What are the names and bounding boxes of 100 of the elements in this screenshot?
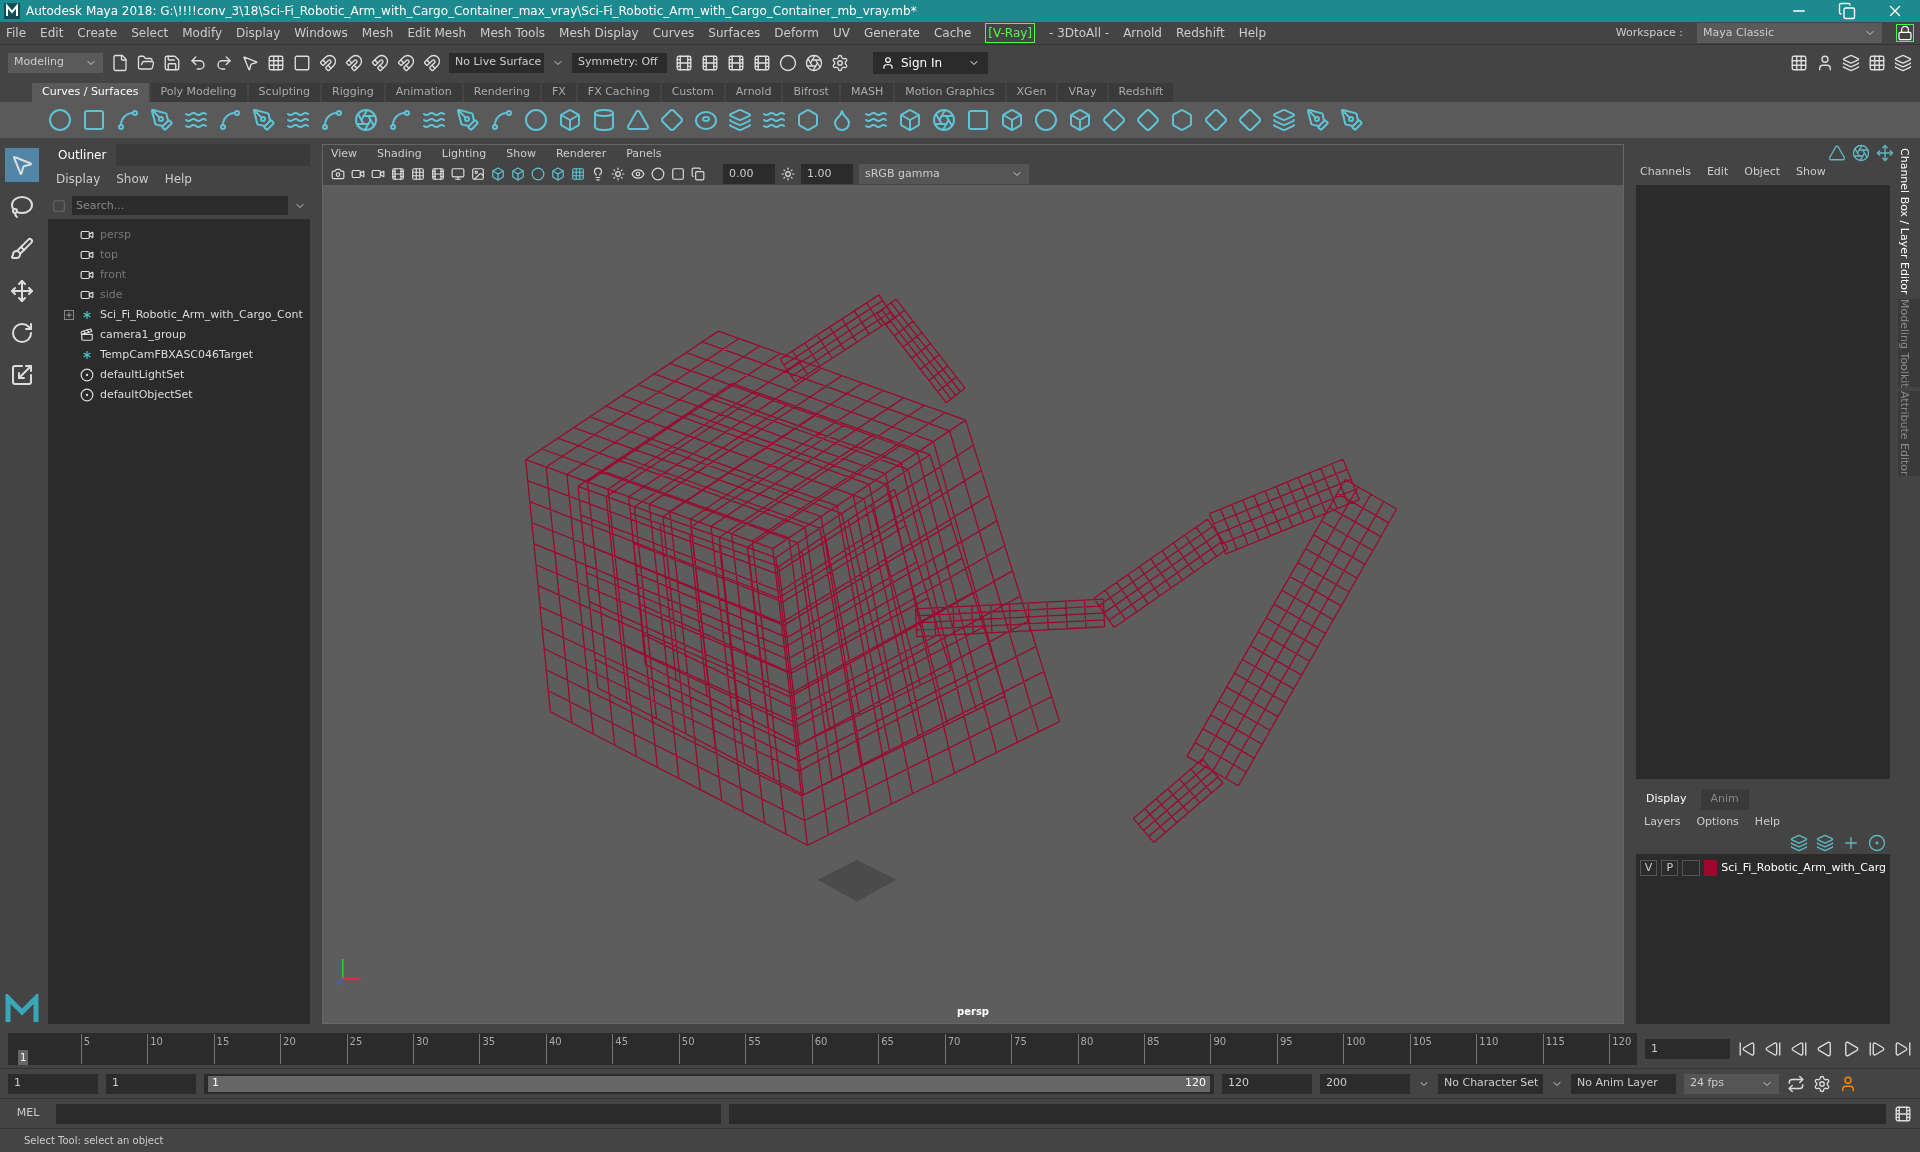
grid-icon[interactable] <box>1790 53 1808 72</box>
cube-icon[interactable] <box>1068 108 1092 132</box>
shelf-tab[interactable]: Animation <box>385 83 462 102</box>
exposure-field[interactable]: 0.00 <box>723 164 775 184</box>
menu-item[interactable]: Surfaces <box>708 24 761 42</box>
restore-icon[interactable] <box>1838 2 1856 20</box>
camera-icon[interactable] <box>331 167 345 181</box>
side-tab[interactable]: Attribute Editor <box>1898 391 1920 476</box>
menu-item[interactable]: Windows <box>294 24 348 42</box>
play-reverse-icon[interactable] <box>1816 1040 1834 1058</box>
symmetry-field[interactable]: Symmetry: Off <box>572 52 667 73</box>
diamond-icon[interactable] <box>660 108 684 132</box>
shelf-tab[interactable]: Redshift <box>1108 83 1174 102</box>
grid-icon[interactable] <box>1894 53 1912 72</box>
menu-item[interactable]: Show <box>1796 164 1826 181</box>
layers-icon[interactable] <box>1272 108 1296 132</box>
menu-item[interactable]: Mesh Display <box>559 24 639 42</box>
layers-icon[interactable] <box>1790 834 1808 852</box>
skip-end-icon[interactable] <box>1894 1040 1912 1058</box>
menu-item[interactable]: Lighting <box>441 145 487 163</box>
playback-end-field[interactable]: 120 <box>1222 1073 1312 1094</box>
shelf-tab[interactable]: Arnold <box>725 83 782 102</box>
skip-start-icon[interactable] <box>1738 1040 1756 1058</box>
play-icon[interactable] <box>1842 1040 1860 1058</box>
playback-start-field[interactable]: 1 <box>106 1073 196 1094</box>
fps-dropdown[interactable]: 24 fps <box>1684 1073 1779 1094</box>
script-editor-icon[interactable] <box>1894 1104 1912 1123</box>
cube-icon[interactable] <box>511 167 525 181</box>
square-icon[interactable] <box>293 53 311 72</box>
shelf-tab[interactable]: Custom <box>661 83 724 102</box>
render-icon[interactable] <box>727 53 745 72</box>
playback-toggle[interactable]: P <box>1661 860 1679 876</box>
command-input-field[interactable] <box>56 1103 721 1124</box>
shelf-tab[interactable]: MASH <box>840 83 894 102</box>
menu-item[interactable]: Curves <box>652 24 695 42</box>
curve-icon[interactable] <box>388 108 412 132</box>
menu-item[interactable]: Help <box>1754 813 1780 830</box>
lock-icon[interactable] <box>1896 24 1914 42</box>
cylinder-icon[interactable] <box>592 108 616 132</box>
pen-icon[interactable] <box>456 108 480 132</box>
sphere-icon[interactable] <box>524 108 548 132</box>
square-icon[interactable] <box>966 108 990 132</box>
shelf-tab[interactable]: Motion Graphics <box>895 83 1005 102</box>
menu-item[interactable]: Arnold <box>1123 24 1162 42</box>
torus-icon[interactable] <box>694 108 718 132</box>
square-icon[interactable] <box>671 167 685 181</box>
monitor-icon[interactable] <box>451 167 465 181</box>
step-forward-icon[interactable] <box>1868 1040 1886 1058</box>
menu-item[interactable]: - 3DtoAll - <box>1049 24 1110 42</box>
viewport-canvas[interactable]: persp <box>323 185 1623 1023</box>
shelf-tab[interactable]: FX Caching <box>577 83 660 102</box>
gamma-field[interactable]: 1.00 <box>801 164 853 184</box>
menu-item[interactable]: Shading <box>377 145 422 163</box>
menu-item[interactable]: Panels <box>626 145 662 163</box>
diamond-icon[interactable] <box>1136 108 1160 132</box>
pen-icon[interactable] <box>1340 108 1364 132</box>
menu-item[interactable]: Redshift <box>1175 24 1225 42</box>
current-frame-field[interactable]: 1 <box>1645 1039 1730 1059</box>
shelf-tab[interactable]: VRay <box>1058 83 1107 102</box>
add-icon[interactable] <box>1842 834 1860 852</box>
shelf-tab[interactable]: Curves / Surfaces <box>32 83 149 102</box>
menu-item[interactable]: Mesh Tools <box>480 24 546 42</box>
step-back-icon[interactable] <box>1790 1040 1808 1058</box>
anim-layer-dropdown[interactable]: No Anim Layer <box>1571 1073 1676 1094</box>
menu-item[interactable]: Edit <box>40 24 64 42</box>
outliner-item[interactable]: Sci_Fi_Robotic_Arm_with_Cargo_Cont <box>100 306 303 324</box>
figure-icon[interactable] <box>1816 53 1834 72</box>
bulb-icon[interactable] <box>591 167 605 181</box>
curve-icon[interactable] <box>218 108 242 132</box>
file-icon[interactable] <box>111 53 129 72</box>
grid-icon[interactable] <box>267 53 285 72</box>
layer-name[interactable]: Sci_Fi_Robotic_Arm_with_Carg <box>1721 859 1886 877</box>
diamond-icon[interactable] <box>1238 108 1262 132</box>
hexagon-icon[interactable] <box>1170 108 1194 132</box>
outliner-item[interactable]: side <box>100 286 123 304</box>
workspace-dropdown[interactable]: Maya Classic <box>1697 23 1882 43</box>
panel-tab[interactable]: Outliner <box>48 144 117 166</box>
menu-item[interactable]: File <box>6 24 27 42</box>
start-frame-field[interactable]: 1 <box>8 1073 98 1094</box>
render-icon[interactable] <box>753 53 771 72</box>
menu-item[interactable]: Options <box>1696 813 1739 830</box>
arrow-cursor-icon[interactable] <box>241 53 259 72</box>
magnet-icon[interactable] <box>371 53 389 72</box>
camera-icon[interactable] <box>371 167 385 181</box>
menu-item[interactable]: UV <box>832 24 850 42</box>
layers-icon[interactable] <box>728 108 752 132</box>
sun-icon[interactable] <box>611 167 625 181</box>
sign-in-button[interactable]: Sign In <box>873 51 988 74</box>
diamond-icon[interactable] <box>1204 108 1228 132</box>
menu-item[interactable]: Generate <box>863 24 920 42</box>
settings-icon[interactable] <box>831 53 849 72</box>
render-icon[interactable] <box>701 53 719 72</box>
search-field[interactable]: Search... <box>72 196 288 215</box>
save-icon[interactable] <box>163 53 181 72</box>
outliner-item[interactable]: top <box>100 246 119 264</box>
grid-icon[interactable] <box>1842 53 1860 72</box>
menu-item[interactable]: Layers <box>1644 813 1681 830</box>
square-icon[interactable] <box>82 108 106 132</box>
magnet-icon[interactable] <box>319 53 337 72</box>
pen-icon[interactable] <box>252 108 276 132</box>
